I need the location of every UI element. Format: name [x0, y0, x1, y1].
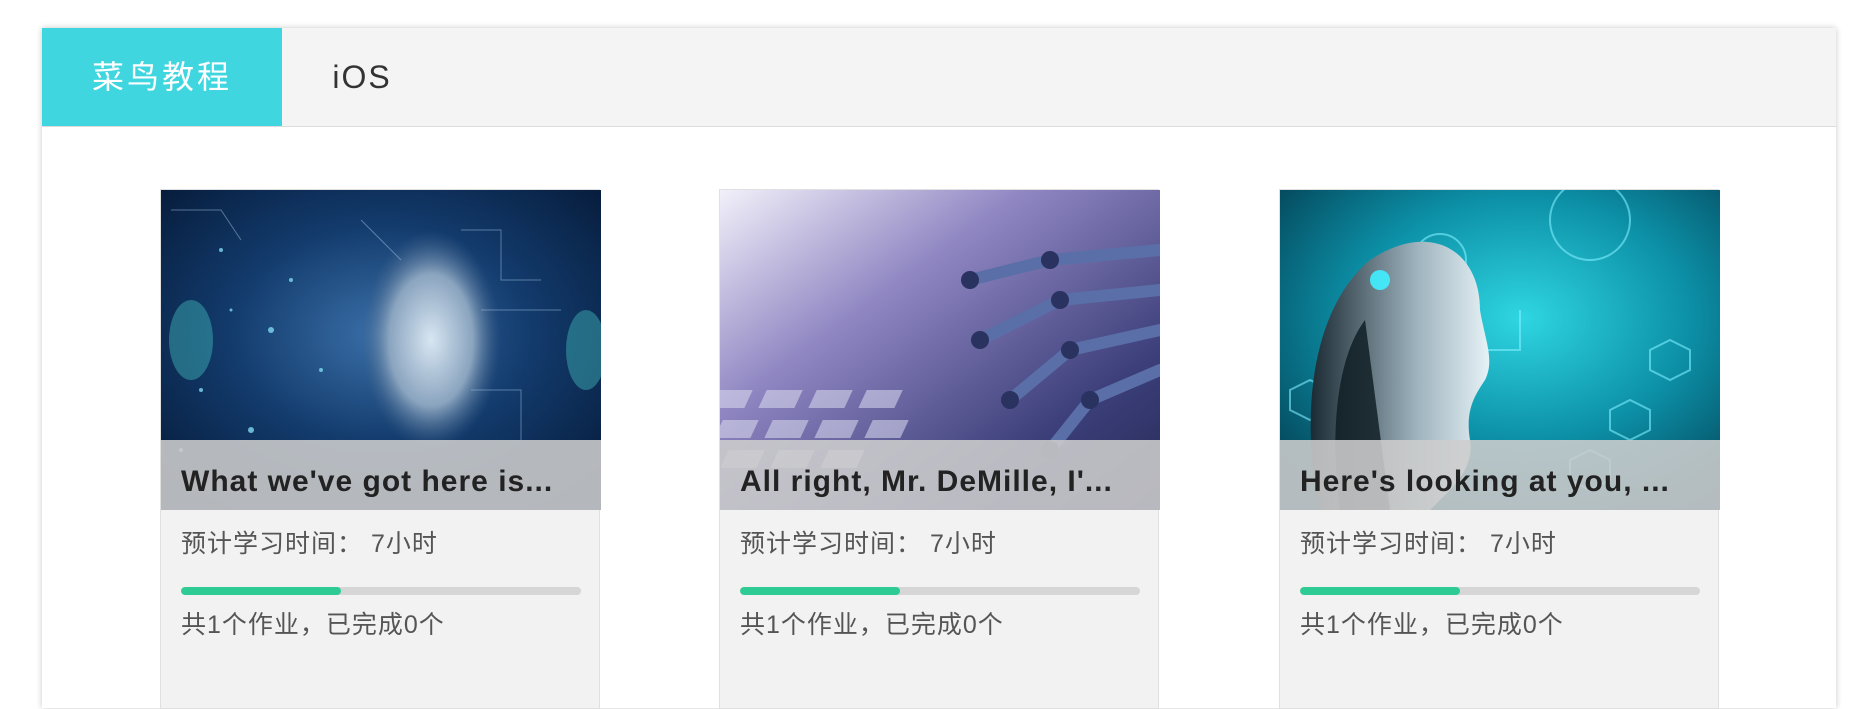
study-time: 预计学习时间： 7小时: [181, 524, 438, 560]
course-title: Here's looking at you, ...: [1300, 465, 1670, 498]
progress-bar: [181, 587, 581, 595]
homework-status: 共1个作业，已完成0个: [181, 611, 445, 639]
homework-status: 共1个作业，已完成0个: [740, 611, 1004, 639]
study-time-value: 7小时: [1489, 530, 1557, 558]
course-title: What we've got here is...: [181, 465, 554, 498]
study-time: 预计学习时间： 7小时: [740, 524, 997, 560]
progress-bar: [1300, 587, 1700, 595]
course-card[interactable]: Here's looking at you, ... 预计学习时间： 7小时 共…: [1279, 189, 1720, 709]
progress-fill: [181, 587, 341, 595]
progress-fill: [740, 587, 900, 595]
tab-runoob[interactable]: 菜鸟教程: [42, 28, 282, 126]
study-time-value: 7小时: [929, 530, 997, 558]
tab-ios[interactable]: iOS: [282, 28, 442, 126]
study-time-value: 7小时: [370, 530, 438, 558]
course-title: All right, Mr. DeMille, I'...: [740, 465, 1113, 498]
progress-fill: [1300, 587, 1460, 595]
study-time-label: 预计学习时间：: [1300, 530, 1483, 558]
tab-bar: 菜鸟教程 iOS: [42, 28, 1836, 127]
progress-bar: [740, 587, 1140, 595]
study-time-label: 预计学习时间：: [181, 530, 364, 558]
study-time: 预计学习时间： 7小时: [1300, 524, 1557, 560]
study-time-label: 预计学习时间：: [740, 530, 923, 558]
course-card[interactable]: All right, Mr. DeMille, I'... 预计学习时间： 7小…: [719, 189, 1160, 709]
homework-status: 共1个作业，已完成0个: [1300, 611, 1564, 639]
course-card[interactable]: What we've got here is... 预计学习时间： 7小时 共1…: [160, 189, 601, 709]
